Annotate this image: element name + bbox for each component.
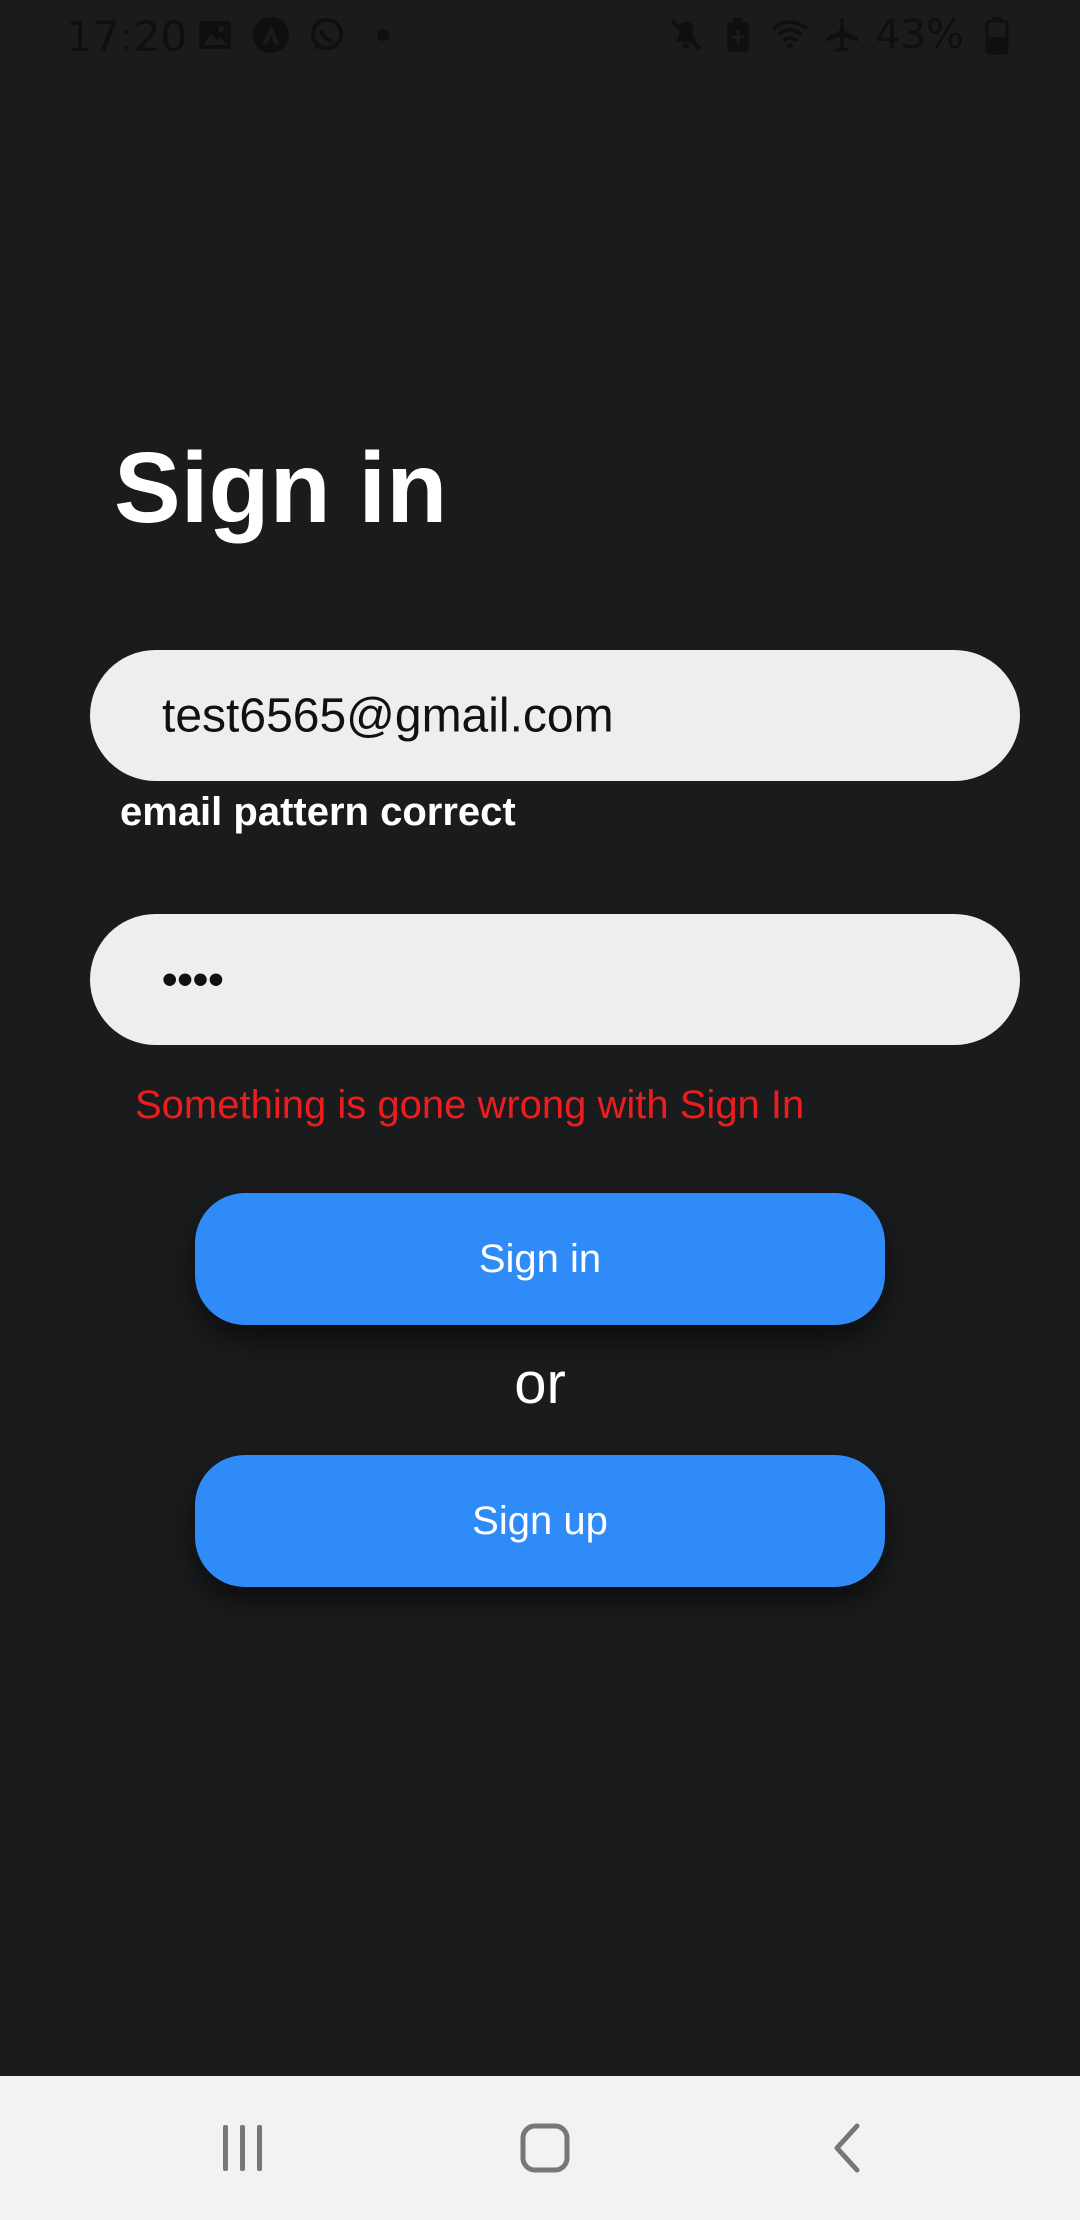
- battery-percent: 43%: [875, 12, 964, 58]
- dot-icon: [364, 16, 402, 54]
- status-time: 17:20: [66, 12, 188, 61]
- app-icon: [252, 16, 290, 54]
- recents-icon[interactable]: [203, 2116, 283, 2180]
- or-separator: or: [514, 1351, 566, 1416]
- whatsapp-icon: [308, 16, 346, 54]
- airplane-icon: [823, 16, 861, 54]
- sign-in-error-message: Something is gone wrong with Sign In: [135, 1083, 805, 1127]
- status-bar: 17:20 43%: [0, 0, 1080, 75]
- password-field[interactable]: ••••: [90, 914, 1020, 1045]
- image-icon: [196, 16, 234, 54]
- password-field-value: ••••: [162, 954, 224, 1004]
- battery-saver-icon: [719, 16, 757, 54]
- home-icon[interactable]: [505, 2116, 585, 2180]
- sign-in-button[interactable]: Sign in: [195, 1193, 885, 1325]
- system-nav-bar: [0, 2076, 1080, 2220]
- email-field-value: test6565@gmail.com: [162, 689, 614, 742]
- battery-icon: [978, 16, 1016, 55]
- wifi-icon: [771, 16, 809, 54]
- back-icon[interactable]: [807, 2116, 887, 2180]
- mute-icon: [667, 16, 705, 54]
- sign-up-button[interactable]: Sign up: [195, 1455, 885, 1587]
- sign-in-screen: 17:20 43% Sign in test6565@gmail.com ema…: [0, 0, 1080, 2220]
- email-field[interactable]: test6565@gmail.com: [90, 650, 1020, 781]
- status-right-icons: 43%: [667, 12, 1016, 58]
- page-title: Sign in: [114, 432, 448, 544]
- email-validation-hint: email pattern correct: [120, 790, 516, 834]
- status-left-icons: [196, 16, 402, 54]
